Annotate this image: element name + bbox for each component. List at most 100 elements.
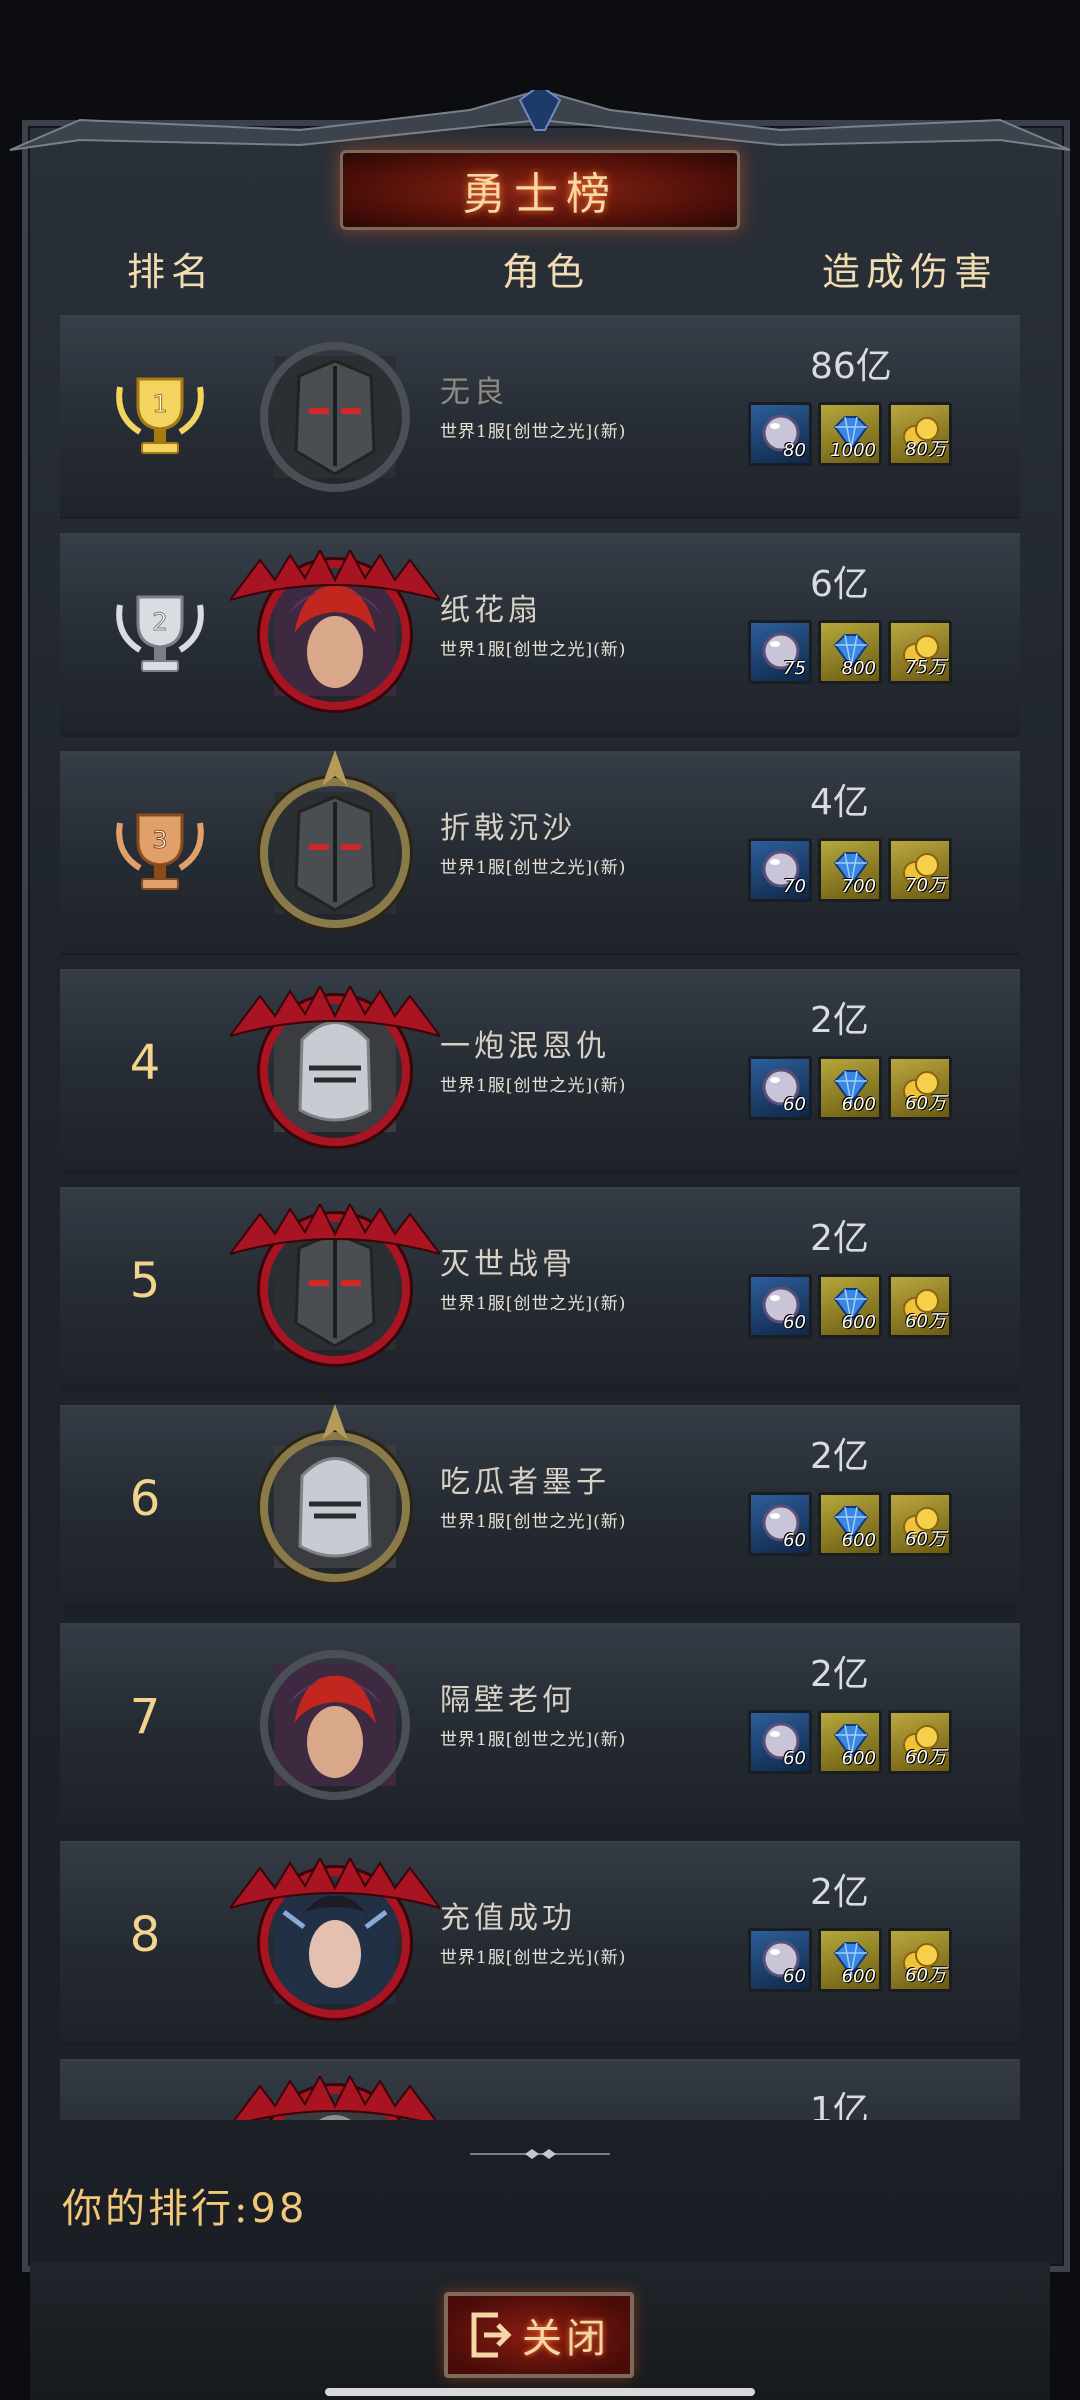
coin-reward-icon[interactable]: 75万	[888, 620, 952, 684]
reward-quantity: 60	[783, 1966, 806, 1987]
ranking-row[interactable]: 2 纸花扇 世界1服[创世之光](新) 6亿 75 800 75万	[60, 533, 1020, 737]
close-label: 关闭	[522, 2316, 610, 2362]
gem-reward-icon[interactable]: 600	[818, 1928, 882, 1992]
coin-reward-icon[interactable]: 60万	[888, 1928, 952, 1992]
damage-value: 1亿	[810, 2090, 869, 2120]
damage-value: 2亿	[810, 1654, 869, 1695]
ranking-row[interactable]: 6 吃瓜者墨子 世界1服[创世之光](新) 2亿 60 600 60万	[60, 1404, 1020, 1609]
gem-reward-icon[interactable]: 600	[818, 1274, 882, 1338]
reward-quantity: 600	[841, 1966, 876, 1987]
rank-number: 5	[129, 1253, 161, 1309]
damage-value: 2亿	[810, 1872, 869, 1913]
player-avatar[interactable]	[230, 1204, 440, 1364]
coin-reward-icon[interactable]: 60万	[888, 1710, 952, 1774]
reward-quantity: 70	[783, 876, 806, 897]
orb-reward-icon[interactable]: 60	[748, 1492, 812, 1556]
player-name: 充值成功	[440, 1901, 576, 1936]
reward-quantity: 1000	[830, 440, 876, 461]
rank-number: 8	[129, 1907, 161, 1963]
reward-quantity: 60万	[905, 1311, 946, 1332]
coin-reward-icon[interactable]: 70万	[888, 838, 952, 902]
avatar-frame	[260, 778, 410, 928]
header-damage: 造成伤害	[822, 250, 999, 294]
player-server: 世界1服[创世之光](新)	[440, 1730, 627, 1750]
reward-quantity: 800	[841, 658, 876, 679]
ranking-row[interactable]: 1 无良 世界1服[创世之光](新) 86亿 80 1000 80万	[60, 315, 1020, 519]
orb-reward-icon[interactable]: 60	[748, 1056, 812, 1120]
ranking-row[interactable]: 3 折戟沉沙 世界1服[创世之光](新) 4亿 70 700 70万	[60, 750, 1020, 955]
player-avatar[interactable]	[233, 2076, 437, 2120]
reward-quantity: 60	[783, 1748, 806, 1769]
orb-reward-icon[interactable]: 60	[748, 1928, 812, 1992]
reward-quantity: 60	[783, 1312, 806, 1333]
my-rank-label: 你的排行:	[62, 2186, 251, 2232]
ranking-row[interactable]: 5 灭世战骨 世界1服[创世之光](新) 2亿 60 600 60万	[60, 1187, 1020, 1391]
player-server: 世界1服[创世之光](新)	[440, 1076, 627, 1096]
player-avatar[interactable]	[260, 1404, 410, 1582]
orb-reward-icon[interactable]: 80	[748, 402, 812, 466]
gem-reward-icon[interactable]: 600	[818, 1492, 882, 1556]
gem-reward-icon[interactable]: 600	[818, 1710, 882, 1774]
my-rank-text: 你的排行:98	[62, 2176, 307, 2234]
reward-quantity: 60	[783, 1094, 806, 1115]
avatar-frame	[260, 1432, 410, 1582]
wing-frame-ornament	[233, 2076, 437, 2120]
close-button[interactable]: 关闭	[444, 2292, 634, 2378]
ranking-row[interactable]: 8 充值成功 世界1服[创世之光](新) 2亿 60 600 60万	[60, 1841, 1020, 2045]
reward-quantity: 80万	[905, 439, 946, 460]
scroll-ornament	[470, 2149, 610, 2159]
my-rank-bar: 你的排行:98	[40, 2170, 1040, 2240]
wing-frame-ornament	[230, 986, 440, 1038]
damage-value: 2亿	[810, 1218, 869, 1259]
ranking-row[interactable]: 7 隔壁老何世界1服[创世之光](新) 2亿 60 600 60万	[60, 1623, 1020, 1827]
orb-reward-icon[interactable]: 75	[748, 620, 812, 684]
svg-text:2: 2	[152, 608, 167, 636]
reward-quantity: 600	[841, 1312, 876, 1333]
coin-reward-icon[interactable]: 80万	[888, 402, 952, 466]
player-avatar[interactable]	[230, 550, 440, 710]
reward-quantity: 60万	[905, 1093, 946, 1114]
reward-quantity: 600	[841, 1530, 876, 1551]
reward-quantity: 80	[783, 440, 806, 461]
wing-frame-ornament	[230, 550, 440, 602]
orb-reward-icon[interactable]: 70	[748, 838, 812, 902]
damage-value: 86亿	[810, 346, 892, 387]
reward-quantity: 75	[783, 658, 806, 679]
coin-reward-icon[interactable]: 60万	[888, 1056, 952, 1120]
player-avatar[interactable]	[230, 986, 440, 1146]
player-avatar[interactable]	[260, 1650, 410, 1800]
gem-reward-icon[interactable]: 1000	[818, 402, 882, 466]
gem-reward-icon[interactable]: 800	[818, 620, 882, 684]
ranking-row[interactable]: 9 魂十三1亿	[60, 2059, 1020, 2120]
reward-quantity: 700	[841, 876, 876, 897]
orb-reward-icon[interactable]: 60	[748, 1274, 812, 1338]
ranking-row[interactable]: 4 一炮泯恩仇 世界1服[创世之光](新) 2亿 60 600 60万	[60, 969, 1020, 1173]
reward-quantity: 60万	[905, 1965, 946, 1986]
header-rank: 排名	[127, 250, 216, 294]
player-name: 无良	[440, 375, 508, 410]
player-name: 灭世战骨	[440, 1247, 576, 1282]
home-indicator[interactable]	[325, 2388, 755, 2396]
spike-ornament	[322, 1404, 348, 1440]
rank-number: 6	[129, 1471, 161, 1527]
player-avatar[interactable]	[260, 750, 410, 928]
player-avatar[interactable]	[230, 1858, 440, 2018]
player-name: 隔壁老何	[440, 1683, 576, 1718]
ranking-list[interactable]: 1 无良 世界1服[创世之光](新) 86亿 80 1000 80万 2 纸花扇 世界1服[…	[60, 315, 1020, 2120]
gem-reward-icon[interactable]: 700	[818, 838, 882, 902]
reward-quantity: 600	[841, 1094, 876, 1115]
avatar-frame	[260, 1650, 410, 1800]
rank-number: 4	[129, 1035, 161, 1091]
player-name: 魂十三	[440, 2111, 542, 2120]
avatar-frame	[260, 342, 410, 492]
orb-reward-icon[interactable]: 60	[748, 1710, 812, 1774]
coin-reward-icon[interactable]: 60万	[888, 1274, 952, 1338]
my-rank-value: 98	[250, 2186, 308, 2232]
damage-value: 2亿	[810, 1000, 869, 1041]
gem-reward-icon[interactable]: 600	[818, 1056, 882, 1120]
player-avatar[interactable]	[260, 342, 410, 492]
player-name: 吃瓜者墨子	[440, 1465, 610, 1500]
rank-number: 7	[129, 1689, 161, 1745]
coin-reward-icon[interactable]: 60万	[888, 1492, 952, 1556]
reward-quantity: 600	[841, 1748, 876, 1769]
